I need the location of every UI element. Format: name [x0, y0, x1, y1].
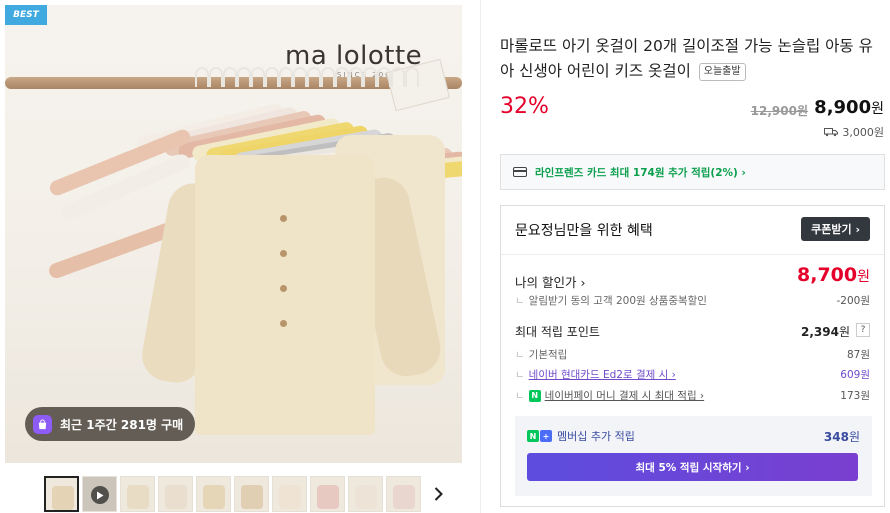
product-title-text: 마롤로뜨 아기 옷걸이 20개 길이조절 가능 논슬립 아동 유아 신생아 어린…: [500, 37, 873, 80]
my-discount-unit: 원: [857, 269, 870, 285]
thumbnail[interactable]: [196, 476, 231, 512]
npay-row: ㄴ N 네이버페이 머니 결제 시 최대 적립 ›: [515, 388, 705, 403]
sale-price-unit: 원: [871, 101, 884, 117]
membership-label: 멤버십 추가 적립: [557, 430, 635, 443]
shopping-bag-icon: [33, 414, 52, 434]
naver-pay-icon: N: [528, 389, 541, 402]
hyundai-card-value: 609원: [840, 369, 870, 381]
hanger-hook: [293, 67, 307, 87]
alarm-discount-value: -200원: [836, 295, 871, 307]
hanger-hook: [265, 67, 279, 87]
hanger-hook: [223, 67, 237, 87]
benefit-header: 문요정님만을 위한 혜택: [515, 223, 653, 239]
thumbnail[interactable]: [44, 476, 79, 512]
product-info-panel: 마롤로뜨 아기 옷걸이 20개 길이조절 가능 논슬립 아동 유아 신생아 어린…: [480, 0, 890, 513]
thumbnail[interactable]: [158, 476, 193, 512]
sale-price: 8,900원: [814, 97, 884, 118]
hanger-hook: [321, 67, 335, 87]
hanger-hook: [335, 67, 349, 87]
my-discount-price: 8,700원: [797, 264, 870, 286]
npay-link[interactable]: 네이버페이 머니 결제 시 최대 적립 ›: [545, 388, 704, 403]
cardigan-button: [280, 285, 287, 292]
thumbnail-next-button[interactable]: [430, 484, 446, 504]
cardigan-button: [280, 250, 287, 257]
thumbnail[interactable]: [386, 476, 421, 512]
delivery-tag: 오늘출발: [698, 63, 746, 81]
original-price: 12,900원: [750, 104, 808, 118]
hanger-hook: [209, 67, 223, 87]
card-benefit-link[interactable]: 라인프렌즈 카드 최대 174원 추가 적립(2%) ›: [500, 154, 885, 190]
chevron-right-icon: [434, 487, 443, 501]
shipping-fee: 3,000원: [824, 124, 884, 140]
naver-plus-icon: N +: [527, 430, 552, 442]
cardigan-button: [280, 215, 287, 222]
hanger-hook: [237, 67, 251, 87]
hanger-hook: [195, 67, 209, 87]
membership-box: N + 멤버십 추가 적립 348원 최대 5% 적립 시작하기 ›: [515, 416, 872, 496]
membership-unit: 원: [848, 430, 860, 444]
points-label: 최대 적립 포인트: [515, 325, 600, 339]
alarm-discount-row: ㄴ 알림받기 동의 고객 200원 상품중복할인: [515, 295, 707, 307]
membership-value: 348: [823, 430, 849, 444]
membership-points: 348원: [824, 428, 860, 445]
basic-points-row: ㄴ 기본적립: [515, 349, 568, 361]
recent-purchase-badge: 최근 1주간 281명 구매: [25, 407, 196, 441]
product-main-image[interactable]: BEST ma lolotte SINCE 2006 최근 1주간 281명 구…: [5, 5, 462, 463]
product-page: BEST ma lolotte SINCE 2006 최근 1주간 281명 구…: [0, 0, 890, 513]
hanger-hook: [391, 67, 405, 87]
divider: [501, 254, 884, 255]
hanger-hook: [377, 67, 391, 87]
cardigan-button: [280, 320, 287, 327]
thumbnail[interactable]: [272, 476, 307, 512]
thumbnail[interactable]: [120, 476, 155, 512]
points-value: 2,394: [800, 325, 839, 339]
basic-points-value: 87원: [846, 349, 870, 361]
play-icon: [91, 486, 109, 504]
benefit-box: 문요정님만을 위한 혜택 쿠폰받기 › 나의 할인가 › 8,700원 ㄴ 알림받…: [500, 205, 885, 507]
thumbnail[interactable]: [310, 476, 345, 512]
membership-label-row: N + 멤버십 추가 적립: [527, 428, 635, 444]
membership-start-button[interactable]: 최대 5% 적립 시작하기 ›: [527, 453, 858, 481]
product-title: 마롤로뜨 아기 옷걸이 20개 길이조절 가능 논슬립 아동 유아 신생아 어린…: [500, 34, 880, 84]
my-discount-link[interactable]: 나의 할인가 ›: [515, 272, 585, 291]
points-total: 2,394원: [801, 323, 850, 340]
coupon-button[interactable]: 쿠폰받기 ›: [801, 217, 870, 241]
best-badge: BEST: [5, 5, 47, 25]
cardigan: [195, 155, 375, 435]
hyundai-card-link[interactable]: 네이버 현대카드 Ed2로 결제 시 ›: [529, 367, 676, 382]
basic-points-label: 기본적립: [528, 349, 568, 361]
hanger-hook: [363, 67, 377, 87]
points-unit: 원: [838, 325, 850, 339]
truck-icon: [824, 128, 839, 137]
hanger-hook: [307, 67, 321, 87]
npay-value: 173원: [840, 390, 870, 402]
hyundai-card-row: ㄴ 네이버 현대카드 Ed2로 결제 시 ›: [515, 367, 676, 382]
shipping-fee-text: 3,000원: [842, 126, 884, 139]
video-thumbnail[interactable]: [82, 476, 117, 512]
alarm-discount-label: 알림받기 동의 고객 200원 상품중복할인: [528, 295, 707, 307]
hanger-hook: [279, 67, 293, 87]
hanger-hook: [251, 67, 265, 87]
discount-rate: 32%: [500, 94, 549, 119]
thumbnail-strip: [44, 476, 421, 512]
help-icon[interactable]: ?: [856, 323, 870, 337]
hanger-hook: [349, 67, 363, 87]
hanger-hook: [405, 67, 419, 87]
thumbnail[interactable]: [234, 476, 269, 512]
recent-purchase-text: 최근 1주간 281명 구매: [60, 417, 184, 432]
card-benefit-text: 라인프렌즈 카드 최대 174원 추가 적립(2%) ›: [535, 166, 746, 179]
thumbnail[interactable]: [348, 476, 383, 512]
credit-card-icon: [513, 167, 527, 177]
my-discount-value: 8,700: [797, 264, 858, 286]
sale-price-value: 8,900: [814, 97, 872, 118]
